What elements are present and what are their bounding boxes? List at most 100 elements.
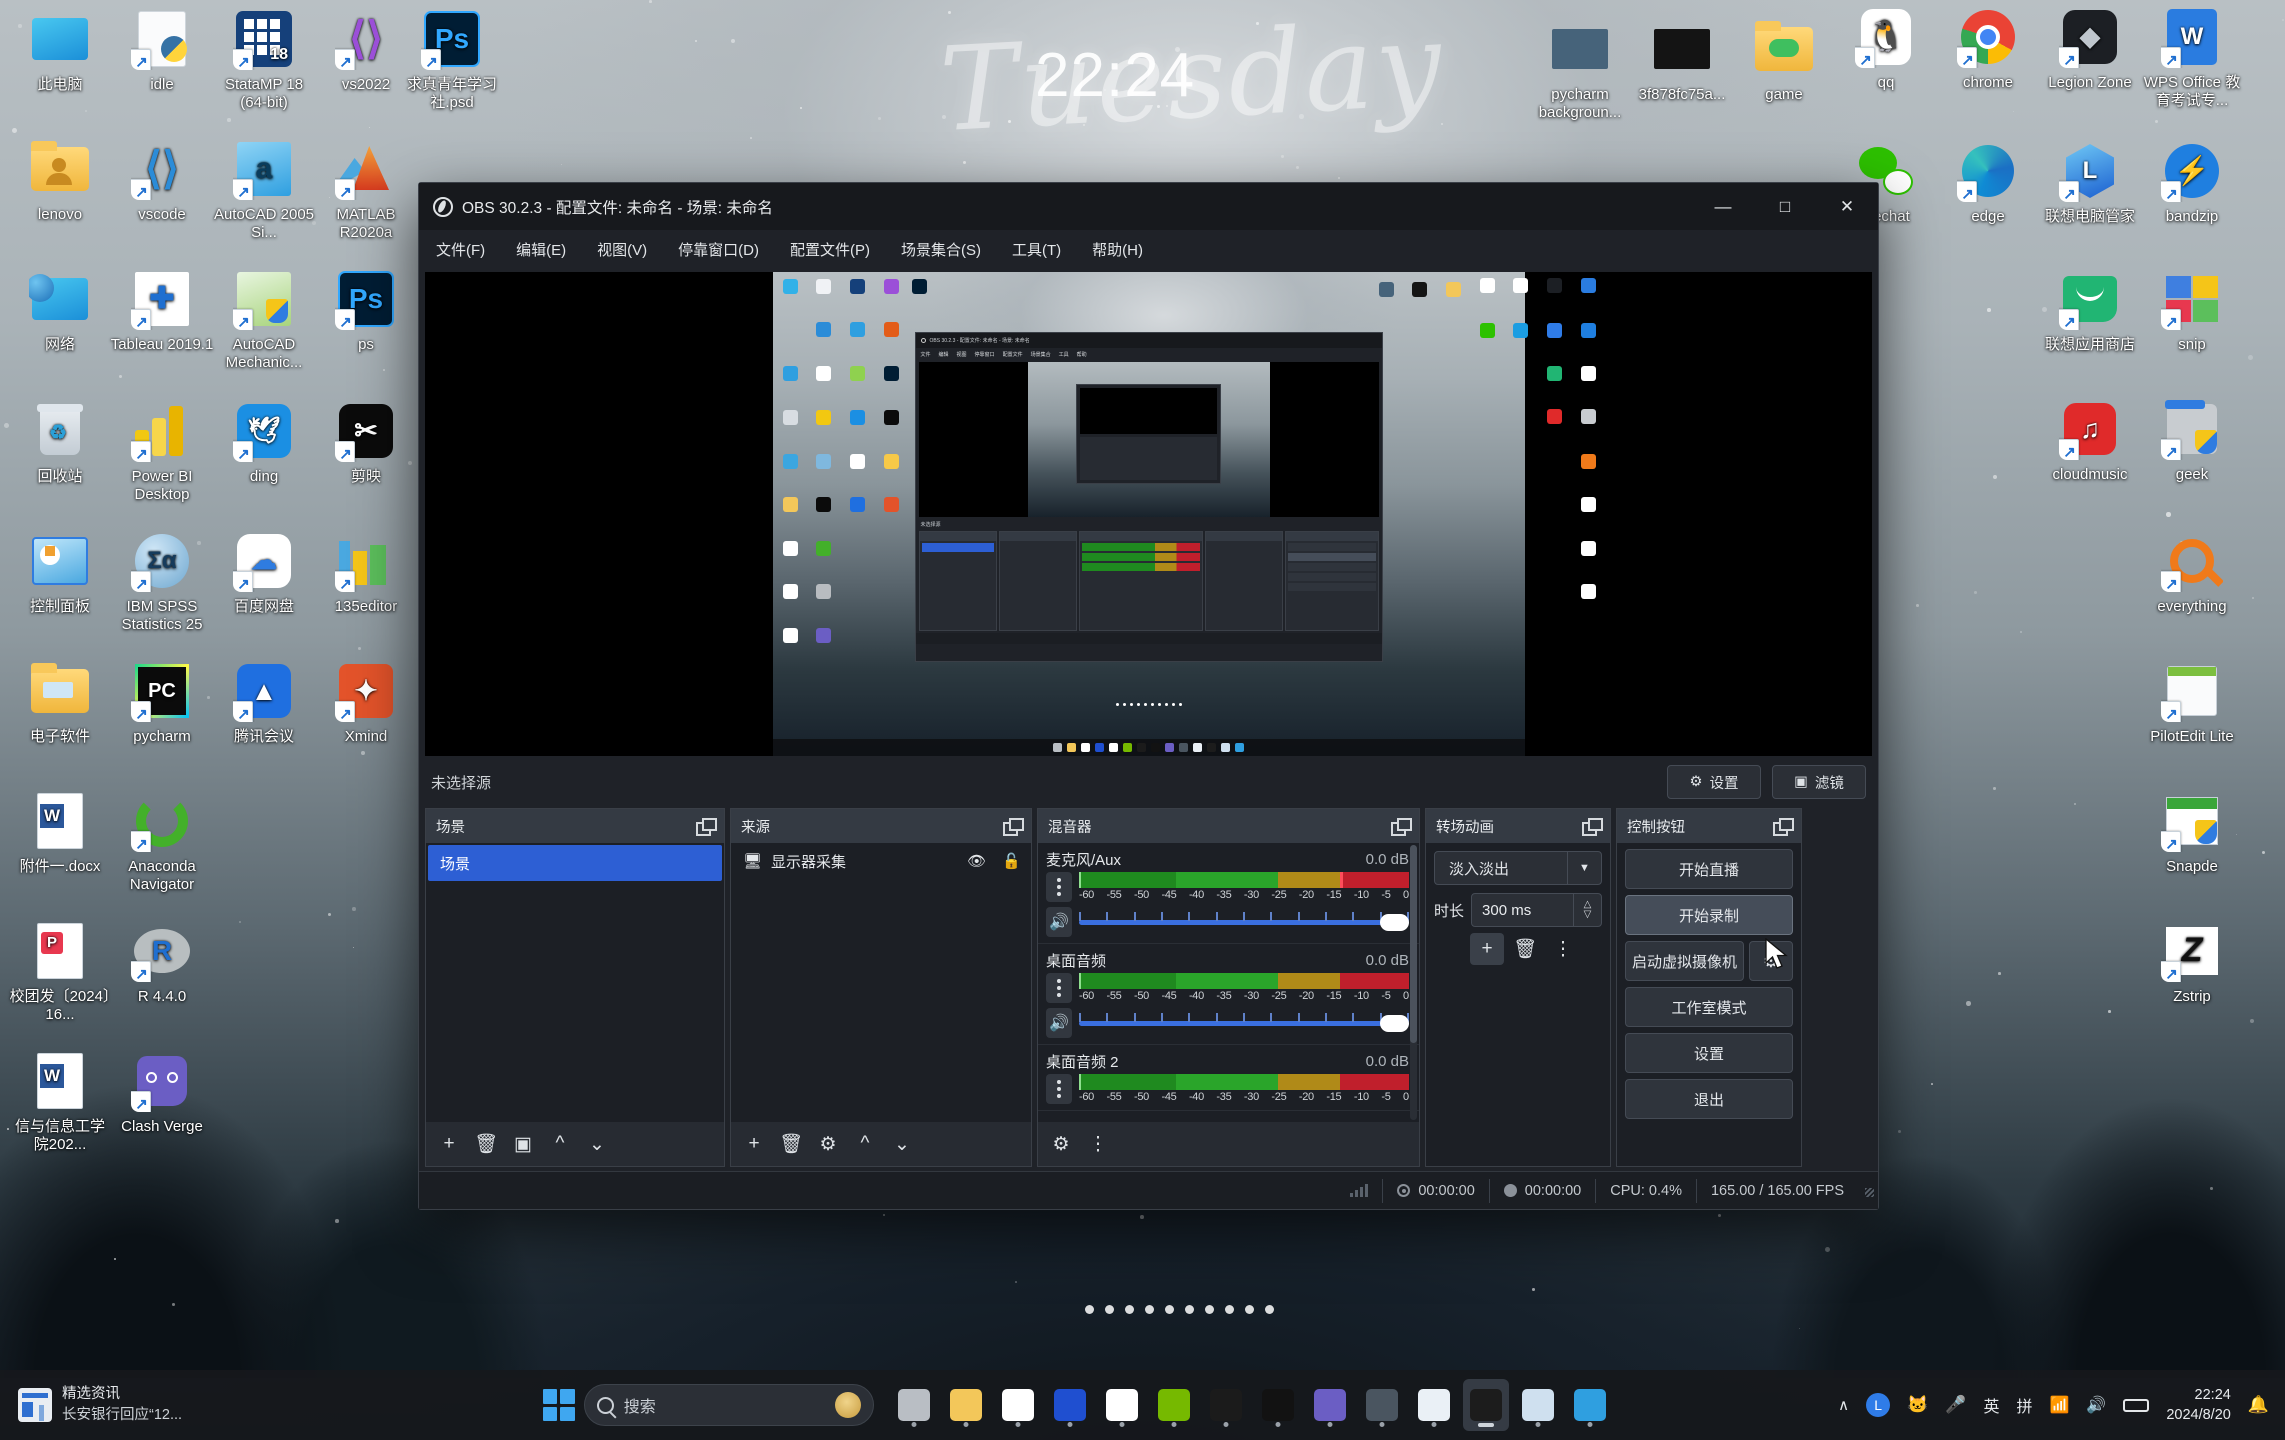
desktop-icon-18[interactable]: Z Zstrip [2140, 920, 2244, 1006]
desktop-icon-12[interactable]: snip [2140, 268, 2244, 354]
undock-icon[interactable] [1003, 818, 1024, 836]
desktop-icon-2[interactable]: 18 StataMP 18 (64-bit) [212, 8, 316, 113]
desktop-icon-1[interactable]: 3f878fc75a... [1630, 18, 1734, 104]
stepper-arrows-icon[interactable]: △ ▽ [1573, 894, 1601, 926]
eye-icon[interactable]: 👁 [967, 852, 986, 870]
desktop-icon-20[interactable]: 135editor [314, 530, 418, 616]
battery-icon[interactable] [2123, 1398, 2150, 1412]
desktop-icon-5[interactable]: ◆ Legion Zone [2038, 6, 2142, 92]
mute-toggle-button[interactable]: 🔊 [1046, 907, 1072, 937]
desktop-icon-7[interactable]: a AutoCAD 2005 Si... [212, 138, 316, 243]
system-tray[interactable]: ∧ L 🐱 🎤 英 拼 📶 🔊 22:24 2024/8/20 🔔 [1838, 1385, 2285, 1426]
desktop-icon-14[interactable]: geek [2140, 398, 2244, 484]
desktop-icon-12[interactable]: Ps ps [314, 268, 418, 354]
menu-item-4[interactable]: 配置文件(P) [787, 236, 873, 263]
desktop-icon-14[interactable]: Power BI Desktop [110, 400, 214, 505]
menu-item-1[interactable]: 编辑(E) [513, 236, 569, 263]
taskbar-app-snipaste[interactable] [1411, 1379, 1457, 1431]
desktop-icon-1[interactable]: idle [110, 8, 214, 94]
move-source-up-button[interactable]: ^ [848, 1128, 882, 1160]
taskbar-search-input[interactable]: 搜索 [583, 1384, 874, 1426]
obs-preview-canvas[interactable]: OBS 30.2.3 - 配置文件: 未命名 - 场景: 未命名 文件 编辑 视图停… [425, 272, 1872, 756]
desktop-icon-18[interactable]: Σα IBM SPSS Statistics 25 [110, 530, 214, 635]
move-source-down-button[interactable]: ⌄ [885, 1128, 919, 1160]
transition-menu-button[interactable]: ⋮ [1546, 933, 1580, 965]
desktop-icon-3[interactable]: 🐧 qq [1834, 6, 1938, 92]
taskbar-app-nvidia-green[interactable] [1151, 1379, 1197, 1431]
window-controls[interactable]: — □ ✕ [1692, 183, 1878, 230]
desktop-icon-0[interactable]: pycharm backgroun... [1528, 18, 1632, 123]
desktop-icon-6[interactable]: ⟨⟩ vscode [110, 138, 214, 224]
volume-icon[interactable]: 🔊 [2086, 1395, 2106, 1415]
volume-slider[interactable] [1079, 1010, 1409, 1036]
desktop-icon-25[interactable]: W 附件一.docx [8, 790, 112, 876]
taskbar[interactable]: 精选资讯 长安银行回应“12... 搜索 ∧ L 🐱 🎤 英 拼 📶 🔊 22:… [0, 1370, 2285, 1440]
copilot-avatar-icon[interactable] [834, 1392, 861, 1418]
clash-cat-icon[interactable]: 🐱 [1907, 1395, 1928, 1415]
move-scene-down-button[interactable]: ⌄ [580, 1128, 614, 1160]
desktop-icon-15[interactable]: 🕊 ding [212, 400, 316, 486]
taskbar-app-list[interactable] [891, 1379, 1613, 1431]
desktop-icon-17[interactable]: 控制面板 [8, 530, 112, 616]
undock-icon[interactable] [696, 818, 717, 836]
desktop-icon-21[interactable]: 电子软件 [8, 660, 112, 746]
taskbar-app-calculator[interactable] [1359, 1379, 1405, 1431]
desktop-icon-30[interactable]: Clash Verge [110, 1050, 214, 1136]
control-button-5[interactable]: 退出 [1625, 1079, 1793, 1119]
source-list-item[interactable]: 🖥 显示器采集 👁 🔓 [731, 843, 1031, 879]
mixer-channel-menu-button[interactable] [1046, 973, 1072, 1003]
source-properties-button[interactable]: ⚙ [811, 1128, 845, 1160]
obs-title-bar[interactable]: OBS 30.2.3 - 配置文件: 未命名 - 场景: 未命名 — □ ✕ [419, 183, 1878, 230]
desktop-icon-4[interactable]: chrome [1936, 6, 2040, 92]
taskbar-app-bilibili[interactable] [1567, 1379, 1613, 1431]
desktop-icon-27[interactable]: P 校团发〔2024〕16... [8, 920, 112, 1025]
desktop-icon-19[interactable]: ☁ 百度网盘 [212, 530, 316, 616]
volume-slider[interactable] [1079, 909, 1409, 935]
mixer-dock-footer[interactable]: ⚙ ⋮ [1038, 1122, 1419, 1166]
remove-source-button[interactable]: 🗑 [774, 1128, 808, 1160]
mixer-channel-menu-button[interactable] [1046, 1074, 1072, 1104]
chevron-down-icon[interactable]: ▼ [1567, 852, 1601, 884]
remove-transition-button[interactable]: 🗑 [1508, 933, 1542, 965]
control-button-2[interactable]: 启动虚拟摄像机 [1625, 941, 1744, 981]
mixer-channel-2[interactable]: 桌面音频 2 0.0 dB -60 -55 -50 -45 -40 -35 -30 -25 -20-… [1038, 1045, 1419, 1111]
remove-scene-button[interactable]: 🗑 [469, 1128, 503, 1160]
notification-bell-icon[interactable]: 🔔 [2248, 1395, 2269, 1415]
source-filters-button[interactable]: ▣ 滤镜 [1772, 765, 1866, 799]
sources-dock-footer[interactable]: + 🗑 ⚙ ^ ⌄ [731, 1122, 1031, 1166]
ime-english-icon[interactable]: 英 [1983, 1393, 1999, 1417]
taskbar-app-lenovo-app[interactable] [1047, 1379, 1093, 1431]
transition-select[interactable]: 淡入淡出 ▼ [1434, 851, 1602, 885]
scene-list-item[interactable]: 场景 [428, 845, 722, 881]
ime-pinyin-icon[interactable]: 拼 [2016, 1393, 2032, 1417]
taskbar-app-notion-n[interactable] [1255, 1379, 1301, 1431]
desktop-icon-16[interactable]: ✂ 剪映 [314, 400, 418, 486]
control-button-3[interactable]: 工作室模式 [1625, 987, 1793, 1027]
add-scene-button[interactable]: + [432, 1128, 466, 1160]
control-button-0[interactable]: 开始直播 [1625, 849, 1793, 889]
desktop-icon-26[interactable]: Anaconda Navigator [110, 790, 214, 895]
maximize-button[interactable]: □ [1754, 183, 1816, 230]
duplicate-scene-button[interactable]: ▣ [506, 1128, 540, 1160]
desktop-icon-4[interactable]: Ps 求真青年学习社.psd [400, 8, 504, 113]
taskbar-app-file-explorer[interactable] [943, 1379, 989, 1431]
obs-menu-bar[interactable]: 文件(F) 编辑(E) 视图(V) 停靠窗口(D) 配置文件(P) 场景集合(S) 工具(T… [419, 230, 1878, 268]
desktop-icon-9[interactable]: L 联想电脑管家 [2038, 140, 2142, 226]
menu-item-7[interactable]: 帮助(H) [1089, 236, 1146, 263]
minimize-button[interactable]: — [1692, 183, 1754, 230]
desktop-icon-8[interactable]: edge [1936, 140, 2040, 226]
desktop-icon-11[interactable]: AutoCAD Mechanic... [212, 268, 316, 373]
undock-icon[interactable] [1773, 818, 1794, 836]
resize-grip-icon[interactable] [1862, 1185, 1874, 1197]
tray-chevron-icon[interactable]: ∧ [1838, 1396, 1849, 1414]
wifi-icon[interactable]: 📶 [2049, 1395, 2069, 1415]
add-transition-button[interactable]: + [1470, 933, 1504, 965]
desktop-icon-17[interactable]: Snapde [2140, 790, 2244, 876]
desktop-icon-23[interactable]: ▲ 腾讯会议 [212, 660, 316, 746]
add-source-button[interactable]: + [737, 1128, 771, 1160]
sources-list[interactable]: 🖥 显示器采集 👁 🔓 [731, 843, 1031, 1122]
microphone-icon[interactable]: 🎤 [1945, 1395, 1966, 1415]
taskbar-app-monitor-tool[interactable] [1515, 1379, 1561, 1431]
desktop-icon-16[interactable]: PilotEdit Lite [2140, 660, 2244, 746]
desktop-icon-10[interactable]: ⚡ bandzip [2140, 140, 2244, 226]
